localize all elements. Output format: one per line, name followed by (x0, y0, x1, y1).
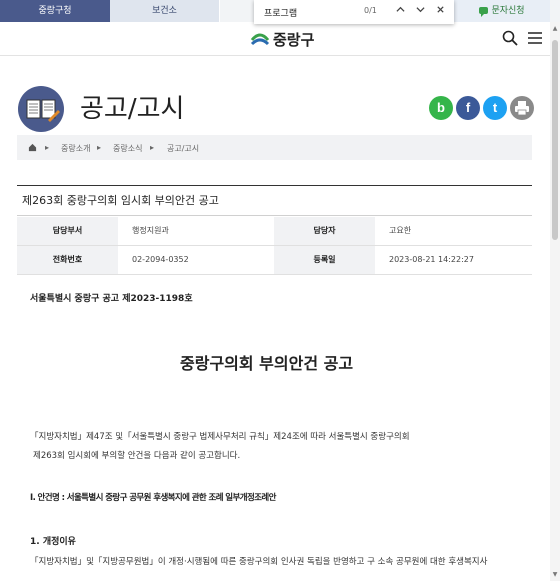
chat-icon (479, 7, 489, 17)
find-next-button[interactable] (412, 4, 428, 20)
home-icon[interactable] (28, 143, 37, 152)
logo-text: 중랑구 (273, 31, 315, 49)
close-icon (436, 6, 444, 13)
scroll-up-arrow-icon[interactable]: ▲ (550, 24, 560, 34)
breadcrumb-item-notice[interactable]: 공고/고시 (167, 143, 199, 154)
print-button[interactable] (510, 96, 534, 120)
section-heading: 1. 개정이유 (30, 537, 76, 547)
meta-manager-value: 고요한 (389, 226, 412, 235)
chevron-up-icon (395, 6, 405, 12)
breadcrumb-item-about[interactable]: 중랑소개 (61, 143, 90, 154)
blog-share-button[interactable]: b (429, 96, 453, 120)
body-paragraph-line: 제263회 임시회에 부의할 안건을 다음과 같이 공고합니다. (33, 451, 241, 461)
twitter-share-button[interactable]: t (483, 96, 507, 120)
article-title-divider (17, 215, 532, 216)
print-icon (515, 101, 529, 116)
blog-icon: b (437, 100, 445, 115)
article-title: 제263회 중랑구의회 임시회 부의안건 공고 (22, 194, 219, 207)
meta-dept-label: 담당부서 (17, 217, 118, 245)
chevron-down-icon (415, 7, 425, 13)
chevron-right-icon: ▸ (45, 143, 50, 152)
facebook-icon: f (465, 100, 471, 115)
tab-jungnang-office[interactable]: 중랑구청 (0, 0, 110, 22)
document-title: 중랑구의회 부의안건 공고 (180, 354, 354, 373)
facebook-share-button[interactable]: f (456, 96, 480, 120)
meta-phone-value: 02-2094-0352 (132, 255, 189, 264)
breadcrumb: ▸ 중랑소개 ▸ 중랑소식 ▸ 공고/고시 (17, 135, 532, 160)
find-prev-button[interactable] (392, 4, 408, 20)
agenda-item: Ⅰ. 안건명 : 서울특별시 중랑구 공무원 후생복지에 관한 조례 일부개정조… (30, 493, 276, 503)
tab-sms-label: 문자신청 (491, 6, 525, 16)
scroll-down-arrow-icon[interactable]: ▼ (550, 570, 560, 580)
meta-phone-label: 전화번호 (17, 246, 118, 274)
meta-date-label: 등록일 (274, 246, 375, 274)
find-bar: 프로그램 0/1 (254, 0, 454, 24)
find-query-input[interactable]: 프로그램 (264, 6, 297, 19)
body-paragraph-line: 「지방자치법」및「지방공무원법」이 개정·시행됨에 따른 중랑구의회 인사권 독… (30, 557, 488, 567)
meta-bottom-divider (17, 274, 532, 275)
chevron-right-icon: ▸ (97, 143, 102, 152)
meta-date-value: 2023-08-21 14:22:27 (389, 255, 474, 264)
article-top-divider (17, 185, 532, 186)
search-icon[interactable] (502, 30, 518, 46)
twitter-icon: t (492, 100, 498, 115)
logo-mark-icon (250, 33, 270, 46)
page-title: 공고/고시 (80, 94, 185, 124)
document-number: 서울특별시 중랑구 공고 제2023-1198호 (30, 294, 193, 304)
header-divider (0, 55, 560, 56)
menu-icon[interactable] (527, 30, 543, 46)
chevron-right-icon: ▸ (150, 143, 155, 152)
meta-manager-label: 담당자 (274, 217, 375, 245)
meta-dept-value: 행정지원과 (132, 226, 169, 235)
find-close-button[interactable] (432, 4, 448, 20)
scrollbar-thumb[interactable] (552, 40, 558, 240)
tab-health-center[interactable]: 보건소 (110, 0, 220, 22)
body-paragraph-line: 「지방자치법」제47조 및「서울특별시 중랑구 법제사무처리 규칙」제24조에 … (30, 432, 410, 442)
notice-book-icon (18, 86, 64, 132)
breadcrumb-item-news[interactable]: 중랑소식 (113, 143, 142, 154)
find-match-count: 0/1 (364, 6, 377, 15)
tab-sms-request[interactable]: 문자신청 (454, 0, 550, 22)
